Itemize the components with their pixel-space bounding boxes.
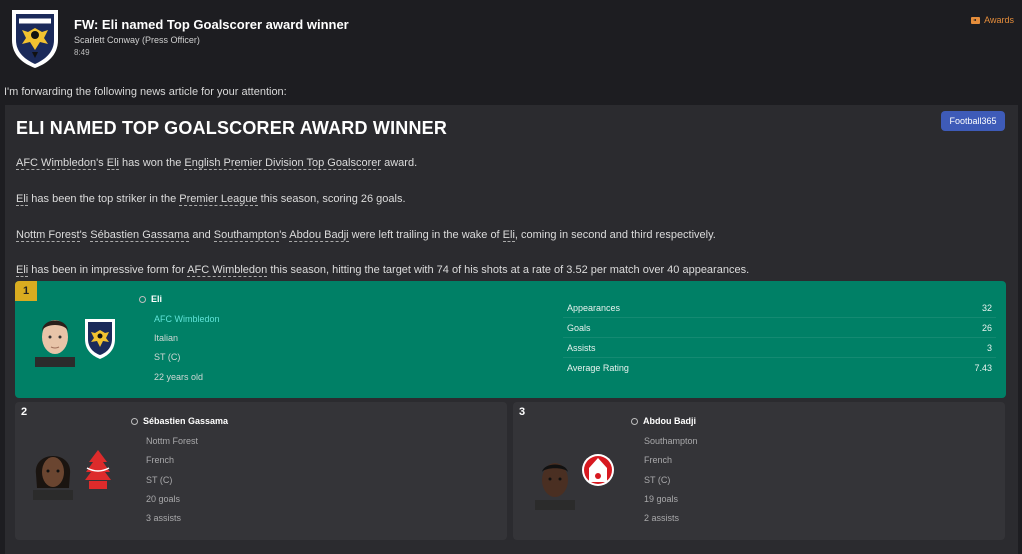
player-link[interactable]: Eli <box>106 157 119 170</box>
stat-row: Assists 3 <box>563 338 996 358</box>
message-header: FW: Eli named Top Goalscorer award winne… <box>0 0 1022 80</box>
player-link[interactable]: Eli <box>16 264 29 277</box>
rank-number: 3 <box>519 406 526 418</box>
player-name-label: Abdou Badji <box>643 416 696 426</box>
player-link[interactable]: Abdou Badji <box>289 229 349 242</box>
league-link[interactable]: Premier League <box>179 193 258 206</box>
player-face-icon <box>35 320 75 367</box>
player-nationality: Italian <box>154 333 179 343</box>
nottm-forest-crest-icon <box>85 450 111 489</box>
player-club-link[interactable]: AFC Wimbledon <box>154 314 220 324</box>
player-face-icon <box>33 456 73 500</box>
text: has won the <box>118 157 185 169</box>
player-club[interactable]: Southampton <box>644 436 698 446</box>
award-link[interactable]: English Premier Division Top Goalscorer <box>184 157 382 170</box>
player-nationality: French <box>146 455 175 465</box>
southampton-crest-icon <box>582 454 614 486</box>
text: this season, scoring 26 goals. <box>257 193 406 205</box>
tag-icon <box>971 16 981 24</box>
club-link[interactable]: AFC Wimbledon <box>187 264 268 277</box>
rank-badge: 1 <box>15 281 37 301</box>
stat-value: 32 <box>981 302 992 313</box>
player-goals: 19 goals <box>644 494 679 504</box>
club-link[interactable]: Nottm Forest <box>16 229 80 242</box>
awards-link-label: Awards <box>984 15 1014 25</box>
article-paragraph-4: Eli has been in impressive form for AFC … <box>16 264 750 277</box>
person-icon <box>131 417 138 425</box>
runner-up-card[interactable]: 3 Abdou Badji Southampton French ST (C) … <box>513 402 1005 540</box>
text: and <box>189 229 214 241</box>
text: 's <box>79 229 91 241</box>
article-paragraph-3: Nottm Forest's Sébastien Gassama and Sou… <box>16 229 716 242</box>
awards-link[interactable]: Awards <box>971 15 1014 25</box>
player-position: ST (C) <box>644 475 671 485</box>
player-name-label: Sébastien Gassama <box>143 416 229 426</box>
message-title: FW: Eli named Top Goalscorer award winne… <box>74 17 349 32</box>
player-assists: 3 assists <box>146 513 182 523</box>
afc-wimbledon-crest-icon <box>85 319 115 359</box>
message-sender[interactable]: Scarlett Conway (Press Officer) <box>74 35 200 45</box>
message-time: 8:49 <box>74 48 90 57</box>
person-icon <box>631 417 638 425</box>
stat-label: Appearances <box>567 302 621 313</box>
text: award. <box>381 157 418 169</box>
text: , coming in second and third respectivel… <box>514 229 716 241</box>
winner-stats: Appearances 32 Goals 26 Assists 3 Averag… <box>563 298 996 378</box>
player-position: ST (C) <box>146 475 173 485</box>
player-name[interactable]: Sébastien Gassama <box>131 416 228 426</box>
text: has been the top striker in the <box>28 193 180 205</box>
runner-up-card[interactable]: 2 Sébastien Gassama Nottm Forest French … <box>15 402 507 540</box>
player-name-label: Eli <box>151 294 163 304</box>
player-link[interactable]: Eli <box>16 193 29 206</box>
stat-label: Assists <box>567 342 596 353</box>
stat-label: Goals <box>567 322 591 333</box>
text: were left trailing in the wake of <box>348 229 503 241</box>
winner-card[interactable]: 1 Eli AFC Wimbledon Italian ST (C) 22 ye… <box>15 281 1006 398</box>
text: 's <box>279 229 290 241</box>
player-name[interactable]: Abdou Badji <box>631 416 696 426</box>
stat-row: Goals 26 <box>563 318 996 338</box>
player-goals: 20 goals <box>146 494 181 504</box>
player-nationality: French <box>644 455 673 465</box>
source-button[interactable]: Football365 <box>941 111 1005 131</box>
intro-text: I'm forwarding the following news articl… <box>4 86 287 98</box>
club-link[interactable]: AFC Wimbledon <box>16 157 97 170</box>
text: 's <box>96 157 107 169</box>
player-face-icon <box>535 463 575 510</box>
person-icon <box>139 295 146 303</box>
player-club[interactable]: Nottm Forest <box>146 436 198 446</box>
player-assists: 2 assists <box>644 513 680 523</box>
player-age: 22 years old <box>154 372 204 382</box>
stat-value: 3 <box>986 342 992 353</box>
player-link[interactable]: Eli <box>502 229 515 242</box>
player-link[interactable]: Sébastien Gassama <box>90 229 190 242</box>
stat-value: 26 <box>981 322 992 333</box>
club-link[interactable]: Southampton <box>213 229 280 242</box>
stat-value: 7.43 <box>974 363 992 373</box>
article-paragraph-2: Eli has been the top striker in the Prem… <box>16 193 406 206</box>
stat-row: Appearances 32 <box>563 298 996 318</box>
stat-label: Average Rating <box>567 363 629 373</box>
stat-row: Average Rating 7.43 <box>563 358 996 378</box>
afc-wimbledon-crest-icon <box>12 10 58 68</box>
article-headline: ELI NAMED TOP GOALSCORER AWARD WINNER <box>16 118 448 138</box>
article-paragraph-1: AFC Wimbledon's Eli has won the English … <box>16 157 418 170</box>
text: this season, hitting the target with 74 … <box>267 264 750 276</box>
text: has been in impressive form for <box>28 264 188 276</box>
news-article: ELI NAMED TOP GOALSCORER AWARD WINNER Fo… <box>5 105 1018 554</box>
player-name[interactable]: Eli <box>139 294 162 304</box>
player-position: ST (C) <box>154 352 181 362</box>
rank-number: 2 <box>21 406 28 418</box>
